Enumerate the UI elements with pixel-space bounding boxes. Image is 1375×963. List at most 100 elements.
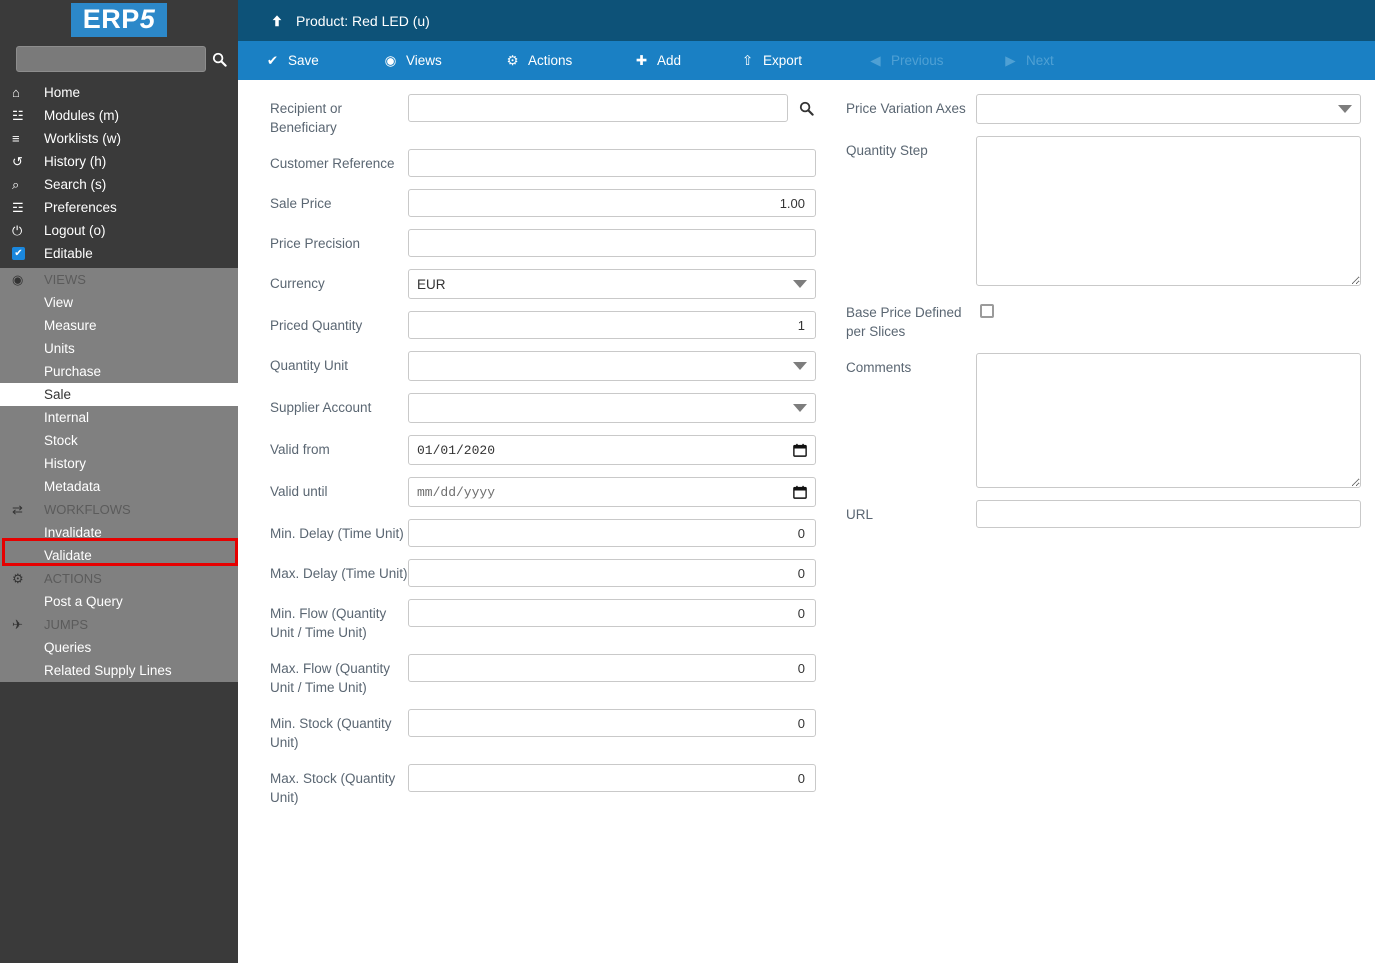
sidebar-item-post-a-query[interactable]: Post a Query (0, 590, 238, 613)
valid-from-label: Valid from (270, 442, 330, 457)
sidebar-item-label: Home (44, 85, 81, 100)
sidebar-item-label: Worklists (w) (44, 131, 121, 146)
sidebar-item-label: Metadata (44, 479, 101, 494)
recipient-lookup-button[interactable] (791, 94, 821, 122)
supplier-account-select-wrap (408, 393, 816, 423)
field-sale-price: Sale Price (270, 189, 838, 217)
sidebar-item-validate[interactable]: Validate (0, 544, 238, 567)
sidebar-item-worklists-w[interactable]: ≡ Worklists (w) (0, 127, 238, 150)
search-submit-button[interactable] (206, 46, 233, 72)
quantity-step-label: Quantity Step (846, 143, 928, 158)
sidebar-item-label: Sale (44, 387, 72, 402)
sidebar-item-label: Related Supply Lines (44, 663, 172, 678)
price-variation-axes-select[interactable] (976, 94, 1361, 124)
sidebar-item-label: Internal (44, 410, 90, 425)
supplier-account-select[interactable] (408, 393, 816, 423)
sidebar-item-preferences[interactable]: ☲ Preferences (0, 196, 238, 219)
sidebar-item-label: JUMPS (44, 617, 89, 632)
toolbar-actions-button[interactable]: ⚙ Actions (505, 41, 572, 80)
max-delay-input[interactable] (408, 559, 816, 587)
field-supplier-account: Supplier Account (270, 393, 838, 423)
field-min-stock: Min. Stock (Quantity Unit) (270, 709, 838, 752)
sidebar-item-home[interactable]: ⌂ Home (0, 81, 238, 104)
currency-select[interactable] (408, 269, 816, 299)
price-variation-axes-select-wrap (976, 94, 1361, 124)
max-flow-input[interactable] (408, 654, 816, 682)
recipient-input[interactable] (408, 94, 788, 122)
search-input[interactable] (16, 46, 206, 72)
sidebar-item-history-h[interactable]: ↺ History (h) (0, 150, 238, 173)
sidebar-item-label: Purchase (44, 364, 102, 379)
sidebar-item-workflows: ⇄ WORKFLOWS (0, 498, 238, 521)
valid-until-input[interactable] (408, 477, 816, 507)
sidebar-item-actions: ⚙ ACTIONS (0, 567, 238, 590)
form-column-left: Recipient or Beneficiary Customer Refere… (238, 94, 838, 963)
min-flow-input[interactable] (408, 599, 816, 627)
sidebar-item-editable[interactable]: ✔ Editable (0, 242, 238, 265)
price-variation-axes-label: Price Variation Axes (846, 101, 966, 116)
plus-icon: ✚ (635, 52, 648, 68)
sidebar-item-metadata[interactable]: Metadata (0, 475, 238, 498)
url-input[interactable] (976, 500, 1361, 528)
sidebar-item-label: View (44, 295, 74, 310)
sidebar-item-label: ACTIONS (44, 571, 102, 586)
comments-label: Comments (846, 360, 912, 375)
sidebar-item-sale[interactable]: Sale (0, 383, 238, 406)
max-flow-label: Max. Flow (Quantity Unit / Time Unit) (270, 661, 391, 695)
valid-from-input[interactable] (408, 435, 816, 465)
currency-label: Currency (270, 276, 325, 291)
toolbar-add-button[interactable]: ✚ Add (634, 41, 681, 80)
field-comments: Comments (846, 353, 1375, 488)
min-delay-input[interactable] (408, 519, 816, 547)
base-price-slices-checkbox[interactable] (980, 304, 994, 318)
chevron-left-icon: ◀ (870, 52, 881, 68)
min-stock-input[interactable] (408, 709, 816, 737)
max-stock-input[interactable] (408, 764, 816, 792)
sidebar-item-invalidate[interactable]: Invalidate (0, 521, 238, 544)
erp5-logo[interactable]: ERP5 (0, 0, 238, 40)
toolbar-button-label: Actions (528, 53, 573, 68)
valid-until-wrap (408, 477, 816, 507)
sidebar-item-internal[interactable]: Internal (0, 406, 238, 429)
sidebar-item-label: Invalidate (44, 525, 102, 540)
priced-quantity-label: Priced Quantity (270, 318, 363, 333)
toolbar-button-label: Add (657, 53, 682, 68)
sidebar-item-label: Stock (44, 433, 78, 448)
price-precision-input[interactable] (408, 229, 816, 257)
sidebar-item-related-supply-lines[interactable]: Related Supply Lines (0, 659, 238, 682)
quantity-unit-select[interactable] (408, 351, 816, 381)
sidebar-item-search-s[interactable]: ⌕ Search (s) (0, 173, 238, 196)
toolbar-button-label: Views (406, 53, 442, 68)
sidebar-item-stock[interactable]: Stock (0, 429, 238, 452)
url-label: URL (846, 507, 874, 522)
customer-reference-label: Customer Reference (270, 156, 395, 171)
up-arrow-icon[interactable] (270, 14, 284, 28)
workflows-icon: ⇄ (12, 501, 23, 517)
toolbar-views-button[interactable]: ◉ Views (383, 41, 442, 80)
sidebar-item-label: Post a Query (44, 594, 123, 609)
sale-price-input[interactable] (408, 189, 816, 217)
toolbar-export-button[interactable]: ⇧ Export (740, 41, 802, 80)
sidebar-item-views: ◉ VIEWS (0, 268, 238, 291)
field-currency: Currency (270, 269, 838, 299)
sidebar-item-measure[interactable]: Measure (0, 314, 238, 337)
toolbar-save-button[interactable]: ✔ Save (265, 41, 319, 80)
sidebar-item-jumps: ✈ JUMPS (0, 613, 238, 636)
sidebar-item-history[interactable]: History (0, 452, 238, 475)
quantity-step-textarea[interactable] (976, 136, 1361, 286)
sidebar-item-view[interactable]: View (0, 291, 238, 314)
erp5-app-window: ERP5 ⌂ Home ☳ Modules (m) ≡ Worklists (w) ↺ His… (0, 0, 1375, 963)
sidebar-item-logout-o[interactable]: ⏻ Logout (o) (0, 219, 238, 242)
power-icon: ⏻ (12, 222, 23, 238)
sidebar-item-queries[interactable]: Queries (0, 636, 238, 659)
valid-until-label: Valid until (270, 484, 328, 499)
sidebar-item-units[interactable]: Units (0, 337, 238, 360)
comments-textarea[interactable] (976, 353, 1361, 488)
customer-reference-input[interactable] (408, 149, 816, 177)
price-precision-label: Price Precision (270, 236, 361, 251)
sidebar-item-purchase[interactable]: Purchase (0, 360, 238, 383)
erp5-logo-text: ERP5 (70, 2, 168, 38)
priced-quantity-input[interactable] (408, 311, 816, 339)
field-priced-quantity: Priced Quantity (270, 311, 838, 339)
sidebar-item-modules-m[interactable]: ☳ Modules (m) (0, 104, 238, 127)
